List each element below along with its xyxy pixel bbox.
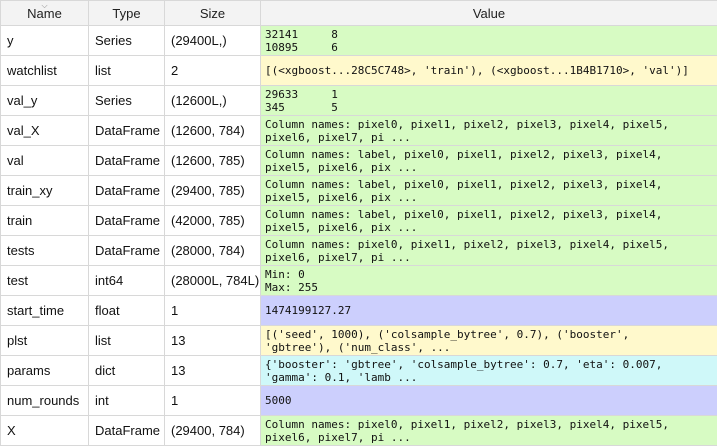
table-row[interactable]: val_XDataFrame(12600, 784)Column names: … bbox=[1, 116, 717, 146]
cell-value[interactable]: {'booster': 'gbtree', 'colsample_bytree'… bbox=[261, 356, 717, 386]
table-row[interactable]: XDataFrame(29400, 784)Column names: pixe… bbox=[1, 416, 717, 446]
cell-size[interactable]: (28000L, 784L) bbox=[165, 266, 261, 296]
header-row: ⌵ Name Type Size Value bbox=[1, 1, 717, 26]
cell-size[interactable]: (28000, 784) bbox=[165, 236, 261, 266]
cell-name[interactable]: y bbox=[1, 26, 89, 56]
sort-chevron-down-icon[interactable]: ⌵ bbox=[41, 2, 47, 10]
cell-value[interactable]: Column names: pixel0, pixel1, pixel2, pi… bbox=[261, 416, 717, 446]
cell-size[interactable]: (29400L,) bbox=[165, 26, 261, 56]
cell-value[interactable]: [('seed', 1000), ('colsample_bytree', 0.… bbox=[261, 326, 717, 356]
cell-type[interactable]: DataFrame bbox=[89, 116, 165, 146]
cell-name[interactable]: start_time bbox=[1, 296, 89, 326]
cell-name[interactable]: plst bbox=[1, 326, 89, 356]
cell-type[interactable]: Series bbox=[89, 26, 165, 56]
cell-value[interactable]: Column names: label, pixel0, pixel1, pix… bbox=[261, 176, 717, 206]
cell-size[interactable]: (42000, 785) bbox=[165, 206, 261, 236]
column-header-size[interactable]: Size bbox=[165, 1, 261, 26]
column-header-size-label: Size bbox=[200, 6, 225, 21]
column-header-value-label: Value bbox=[473, 6, 505, 21]
cell-type[interactable]: int bbox=[89, 386, 165, 416]
cell-type[interactable]: DataFrame bbox=[89, 236, 165, 266]
table-row[interactable]: val_ySeries(12600L,)29633 1 345 5 bbox=[1, 86, 717, 116]
column-header-value[interactable]: Value bbox=[261, 1, 717, 26]
cell-name[interactable]: val_X bbox=[1, 116, 89, 146]
cell-name[interactable]: train bbox=[1, 206, 89, 236]
cell-size[interactable]: 1 bbox=[165, 386, 261, 416]
table-row[interactable]: testint64(28000L, 784L)Min: 0 Max: 255 bbox=[1, 266, 717, 296]
cell-name[interactable]: tests bbox=[1, 236, 89, 266]
cell-value[interactable]: 29633 1 345 5 bbox=[261, 86, 717, 116]
cell-value[interactable]: 1474199127.27 bbox=[261, 296, 717, 326]
cell-size[interactable]: (29400, 785) bbox=[165, 176, 261, 206]
table-row[interactable]: watchlistlist2[(<xgboost...28C5C748>, 't… bbox=[1, 56, 717, 86]
column-header-type-label: Type bbox=[112, 6, 140, 21]
table-row[interactable]: paramsdict13{'booster': 'gbtree', 'colsa… bbox=[1, 356, 717, 386]
cell-size[interactable]: (12600, 785) bbox=[165, 146, 261, 176]
cell-value[interactable]: Min: 0 Max: 255 bbox=[261, 266, 717, 296]
cell-value[interactable]: [(<xgboost...28C5C748>, 'train'), (<xgbo… bbox=[261, 56, 717, 86]
table-row[interactable]: ySeries(29400L,)32141 8 10895 6 bbox=[1, 26, 717, 56]
table-row[interactable]: testsDataFrame(28000, 784)Column names: … bbox=[1, 236, 717, 266]
cell-size[interactable]: 1 bbox=[165, 296, 261, 326]
cell-size[interactable]: 13 bbox=[165, 356, 261, 386]
table-row[interactable]: trainDataFrame(42000, 785)Column names: … bbox=[1, 206, 717, 236]
cell-size[interactable]: (12600, 784) bbox=[165, 116, 261, 146]
cell-type[interactable]: Series bbox=[89, 86, 165, 116]
cell-value[interactable]: Column names: label, pixel0, pixel1, pix… bbox=[261, 206, 717, 236]
table-row[interactable]: plstlist13[('seed', 1000), ('colsample_b… bbox=[1, 326, 717, 356]
cell-type[interactable]: list bbox=[89, 56, 165, 86]
cell-name[interactable]: val bbox=[1, 146, 89, 176]
cell-name[interactable]: X bbox=[1, 416, 89, 446]
table-row[interactable]: valDataFrame(12600, 785)Column names: la… bbox=[1, 146, 717, 176]
cell-type[interactable]: DataFrame bbox=[89, 146, 165, 176]
cell-type[interactable]: DataFrame bbox=[89, 176, 165, 206]
variable-explorer-table: ⌵ Name Type Size Value ySeries(29400L,)3… bbox=[0, 0, 717, 446]
cell-name[interactable]: params bbox=[1, 356, 89, 386]
cell-size[interactable]: (29400, 784) bbox=[165, 416, 261, 446]
table-row[interactable]: start_timefloat11474199127.27 bbox=[1, 296, 717, 326]
cell-value[interactable]: 32141 8 10895 6 bbox=[261, 26, 717, 56]
cell-type[interactable]: float bbox=[89, 296, 165, 326]
cell-type[interactable]: DataFrame bbox=[89, 206, 165, 236]
variable-rows: ySeries(29400L,)32141 8 10895 6watchlist… bbox=[1, 26, 717, 446]
cell-size[interactable]: (12600L,) bbox=[165, 86, 261, 116]
cell-name[interactable]: test bbox=[1, 266, 89, 296]
cell-value[interactable]: 5000 bbox=[261, 386, 717, 416]
table-row[interactable]: num_roundsint15000 bbox=[1, 386, 717, 416]
cell-value[interactable]: Column names: pixel0, pixel1, pixel2, pi… bbox=[261, 116, 717, 146]
cell-name[interactable]: train_xy bbox=[1, 176, 89, 206]
cell-type[interactable]: int64 bbox=[89, 266, 165, 296]
cell-name[interactable]: val_y bbox=[1, 86, 89, 116]
cell-type[interactable]: DataFrame bbox=[89, 416, 165, 446]
cell-type[interactable]: list bbox=[89, 326, 165, 356]
cell-size[interactable]: 2 bbox=[165, 56, 261, 86]
table-row[interactable]: train_xyDataFrame(29400, 785)Column name… bbox=[1, 176, 717, 206]
cell-size[interactable]: 13 bbox=[165, 326, 261, 356]
cell-value[interactable]: Column names: label, pixel0, pixel1, pix… bbox=[261, 146, 717, 176]
column-header-type[interactable]: Type bbox=[89, 1, 165, 26]
cell-type[interactable]: dict bbox=[89, 356, 165, 386]
cell-value[interactable]: Column names: pixel0, pixel1, pixel2, pi… bbox=[261, 236, 717, 266]
cell-name[interactable]: watchlist bbox=[1, 56, 89, 86]
cell-name[interactable]: num_rounds bbox=[1, 386, 89, 416]
column-header-name[interactable]: ⌵ Name bbox=[1, 1, 89, 26]
